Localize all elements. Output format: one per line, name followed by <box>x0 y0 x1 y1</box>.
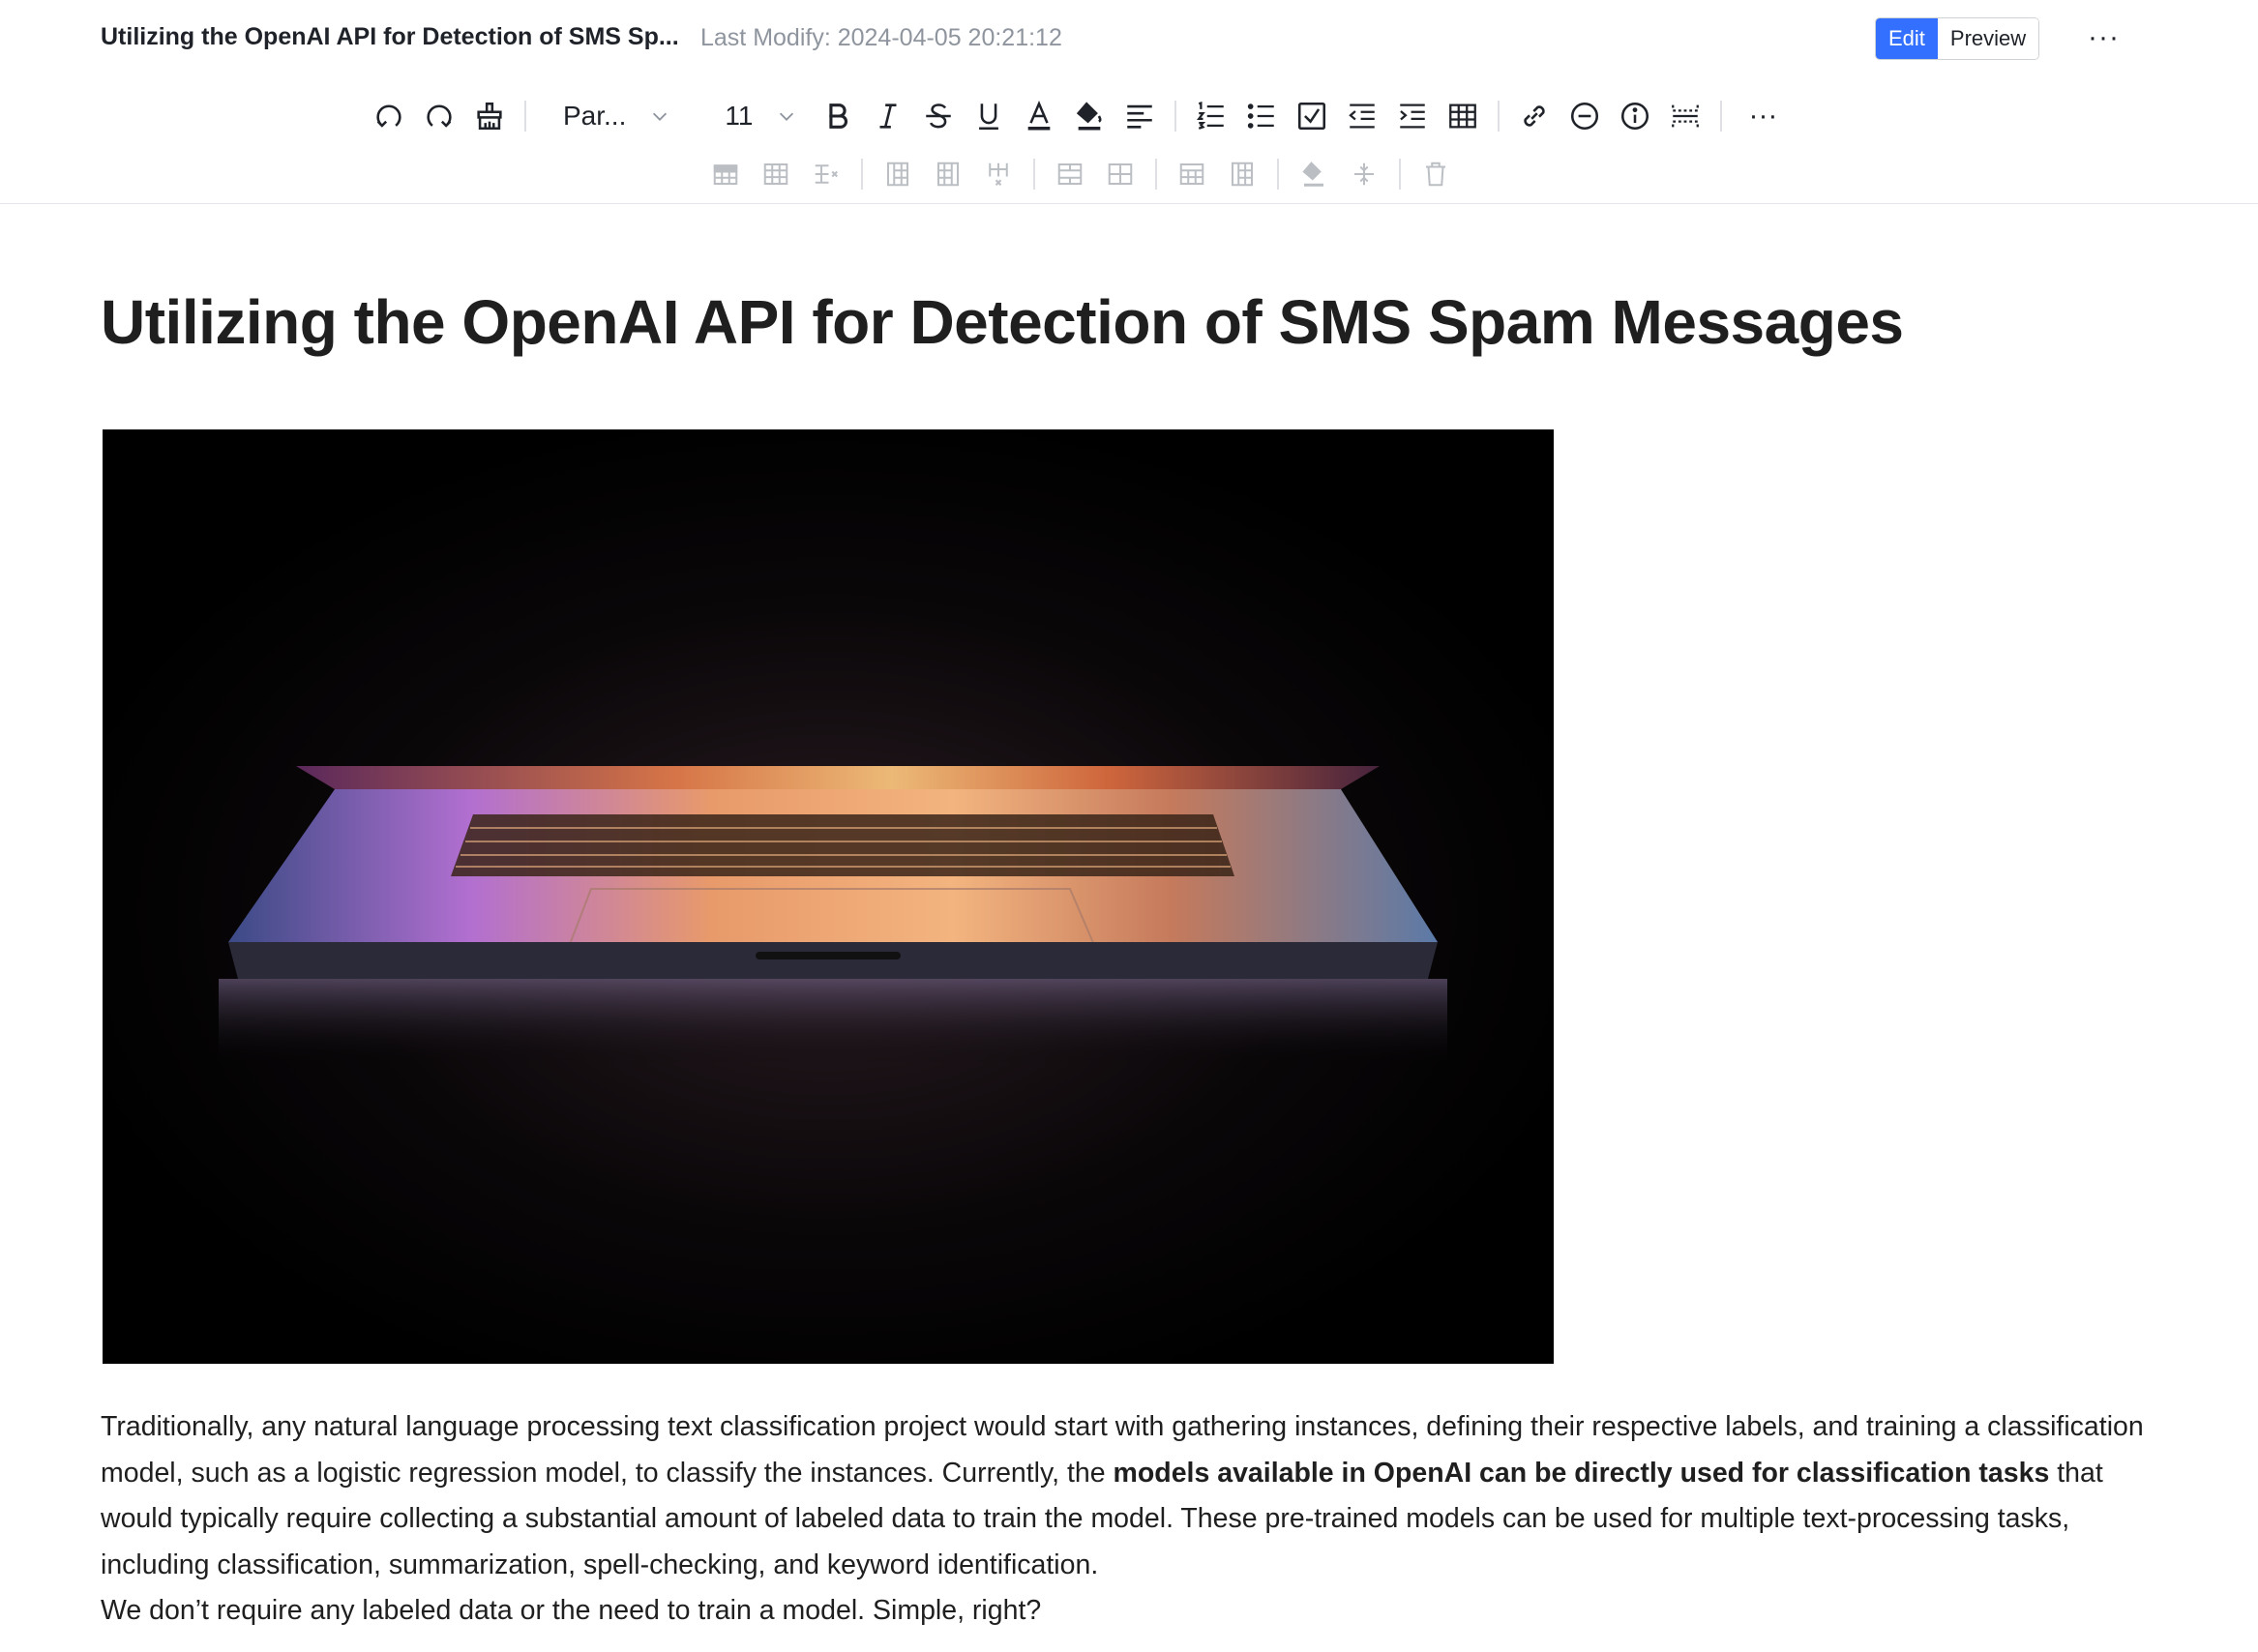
page-break-button[interactable] <box>1660 91 1710 141</box>
undo-button[interactable] <box>364 91 414 141</box>
document-title: Utilizing the OpenAI API for Detection o… <box>101 23 679 50</box>
font-color-icon <box>1028 101 1051 131</box>
delete-column-button[interactable] <box>973 149 1024 199</box>
toolbar-more-label: ··· <box>1748 100 1778 132</box>
underline-icon <box>979 103 999 131</box>
fill-color-icon <box>1077 102 1102 131</box>
editor-header: Utilizing the OpenAI API for Detection o… <box>0 0 2258 77</box>
header-row-button[interactable] <box>1167 149 1217 199</box>
cell-fill-button[interactable] <box>1289 149 1339 199</box>
align-left-button[interactable] <box>1114 91 1165 141</box>
horizontal-rule-button[interactable] <box>1560 91 1610 141</box>
distribute-icon <box>1354 162 1374 186</box>
align-left-icon <box>1127 104 1153 129</box>
toolbar-separator <box>1033 159 1035 190</box>
link-icon <box>1524 105 1546 127</box>
toolbar-separator <box>861 159 863 190</box>
preview-mode-button[interactable]: Preview <box>1937 18 2039 59</box>
indent-icon <box>1400 103 1426 129</box>
table-toolbar <box>700 149 1461 199</box>
toolbar-separator <box>524 101 526 132</box>
paragraph-bold-text: models available in OpenAI can be direct… <box>1113 1457 2050 1489</box>
toolbar-more-button[interactable]: ··· <box>1738 91 1788 141</box>
italic-button[interactable] <box>863 91 913 141</box>
toolbar-separator <box>1399 159 1401 190</box>
info-callout-button[interactable] <box>1610 91 1660 141</box>
strikethrough-button[interactable] <box>913 91 964 141</box>
article-title: Utilizing the OpenAI API for Detection o… <box>101 287 1904 357</box>
merge-cells-button[interactable] <box>1045 149 1095 199</box>
insert-column-left-button[interactable] <box>873 149 923 199</box>
formatting-toolbar: Par... 11 ··· <box>364 91 1788 141</box>
font-size-dropdown[interactable]: 11 <box>725 101 797 132</box>
checkbox-icon <box>1298 102 1326 131</box>
bold-button[interactable] <box>813 91 863 141</box>
page-break-icon <box>1672 104 1700 128</box>
mode-switch: Edit Preview <box>1875 17 2040 60</box>
bold-icon <box>829 103 848 129</box>
insert-column-left-icon <box>887 162 908 187</box>
italic-icon <box>879 103 897 129</box>
distribute-rows-button[interactable] <box>1339 149 1389 199</box>
highlight-color-button[interactable] <box>1064 91 1114 141</box>
chevron-down-icon <box>653 112 668 121</box>
article-hero-image <box>103 429 1554 1364</box>
table-icon <box>1449 103 1477 129</box>
insert-column-right-icon <box>937 162 959 187</box>
ordered-list-button[interactable] <box>1186 91 1236 141</box>
paragraph-style-dropdown[interactable]: Par... <box>563 101 670 132</box>
insert-row-above-button[interactable] <box>700 149 751 199</box>
laptop-photo <box>103 429 1554 1364</box>
brush-icon <box>477 102 502 131</box>
redo-button[interactable] <box>414 91 464 141</box>
trash-icon <box>1426 162 1445 187</box>
merge-cells-icon <box>1057 163 1083 185</box>
article-paragraph: Traditionally, any natural language proc… <box>101 1404 2152 1588</box>
checklist-button[interactable] <box>1287 91 1337 141</box>
insert-link-button[interactable] <box>1509 91 1560 141</box>
underline-button[interactable] <box>964 91 1014 141</box>
more-options-button[interactable]: ··· <box>2088 21 2120 54</box>
toolbar-separator <box>1174 101 1177 132</box>
font-color-button[interactable] <box>1014 91 1064 141</box>
font-size-value: 11 <box>725 101 754 131</box>
outdent-button[interactable] <box>1337 91 1387 141</box>
cell-fill-icon <box>1302 162 1323 187</box>
split-cells-icon <box>1108 163 1133 185</box>
edit-mode-button[interactable]: Edit <box>1876 18 1938 59</box>
table-header-column-icon <box>1232 162 1253 187</box>
ordered-list-icon <box>1197 101 1225 130</box>
insert-table-button[interactable] <box>1438 91 1488 141</box>
insert-row-below-button[interactable] <box>751 149 801 199</box>
bullet-list-icon <box>1248 103 1275 129</box>
info-icon <box>1621 102 1649 131</box>
minus-circle-icon <box>1571 102 1599 131</box>
chevron-down-icon <box>780 112 794 121</box>
paragraph-style-value: Par... <box>563 101 627 131</box>
outdent-icon <box>1349 103 1376 129</box>
toolbar-separator <box>1720 101 1723 132</box>
strikethrough-icon <box>926 103 952 129</box>
split-cells-button[interactable] <box>1095 149 1145 199</box>
table-header-row-icon <box>1179 163 1204 185</box>
bullet-list-button[interactable] <box>1236 91 1287 141</box>
delete-row-button[interactable] <box>801 149 851 199</box>
delete-column-icon <box>989 162 1008 186</box>
toolbar-divider <box>0 203 2258 204</box>
format-painter-button[interactable] <box>464 91 515 141</box>
article-paragraph: We don’t require any labeled data or the… <box>101 1595 1042 1626</box>
toolbar-separator <box>1498 101 1500 132</box>
header-column-button[interactable] <box>1217 149 1267 199</box>
delete-table-button[interactable] <box>1411 149 1461 199</box>
toolbar-separator <box>1155 159 1157 190</box>
last-modified-label: Last Modify: 2024-04-05 20:21:12 <box>700 24 1062 51</box>
insert-column-right-button[interactable] <box>923 149 973 199</box>
indent-button[interactable] <box>1387 91 1438 141</box>
undo-icon <box>376 104 401 128</box>
toolbar-separator <box>1277 159 1279 190</box>
insert-row-below-icon <box>763 163 788 185</box>
insert-row-above-icon <box>713 164 738 185</box>
redo-icon <box>427 104 452 128</box>
delete-row-icon <box>815 164 838 184</box>
